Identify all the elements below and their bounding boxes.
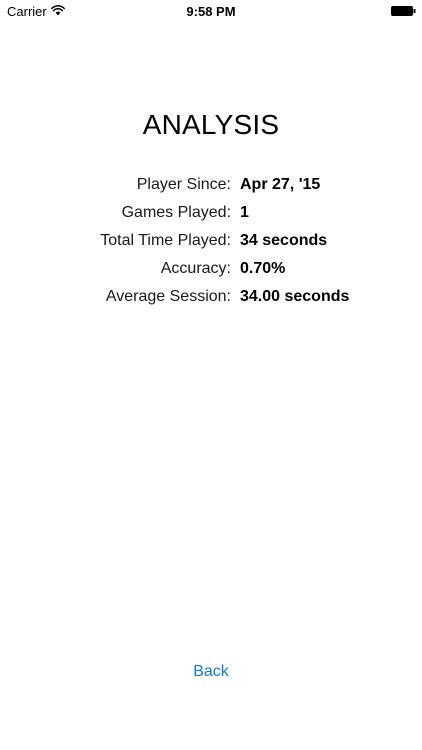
status-time: 9:58 PM [186, 4, 236, 19]
stat-label: Average Session: [105, 288, 231, 305]
stat-row-player-since: Player Since: Apr 27, '15 [0, 172, 422, 200]
stat-row-games-played: Games Played: 1 [0, 200, 422, 228]
stat-value: 34.00 seconds [240, 288, 350, 305]
stat-row-total-time-played: Total Time Played: 34 seconds [0, 228, 422, 256]
back-button[interactable]: Back [161, 660, 261, 684]
status-bar: Carrier 9:58 PM [0, 0, 422, 24]
page-title: ANALYSIS [142, 108, 280, 140]
stat-label: Games Played: [121, 204, 231, 221]
stat-value: 34 seconds [240, 232, 328, 249]
battery-full-icon [391, 6, 416, 16]
stats-list: Player Since: Apr 27, '15 Games Played: … [0, 172, 422, 312]
stat-value: Apr 27, '15 [240, 176, 321, 193]
stat-value: 0.70% [240, 260, 286, 277]
stat-label: Accuracy: [160, 260, 231, 277]
stat-label: Total Time Played: [100, 232, 231, 249]
stat-row-accuracy: Accuracy: 0.70% [0, 256, 422, 284]
stat-row-average-session: Average Session: 34.00 seconds [0, 284, 422, 312]
stat-value: 1 [240, 204, 249, 221]
stat-label: Player Since: [136, 176, 231, 193]
